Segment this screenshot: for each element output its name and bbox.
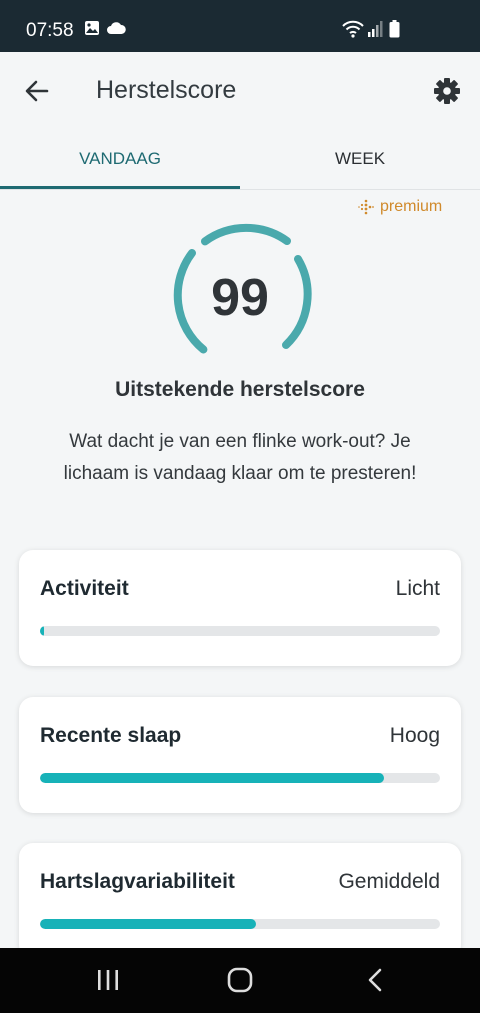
score-description: Wat dacht je van een flinke work-out? Je…	[63, 431, 417, 484]
status-bar: 07:58	[0, 0, 480, 52]
wifi-icon	[342, 20, 364, 38]
battery-icon	[389, 20, 400, 38]
back-icon[interactable]	[358, 964, 394, 996]
tab-week[interactable]: WEEK	[240, 128, 480, 190]
score-headline: Uitstekende herstelscore	[115, 378, 365, 401]
cloud-icon	[107, 22, 126, 34]
tab-indicator	[0, 186, 240, 189]
metric-card-activiteit[interactable]: Activiteit Licht	[19, 550, 461, 666]
score-value: 99	[211, 269, 269, 327]
tab-vandaag[interactable]: VANDAAG	[0, 128, 240, 190]
metric-label: Recente slaap	[40, 724, 182, 747]
app-bar: Herstelscore	[0, 52, 480, 128]
recents-icon[interactable]	[90, 964, 126, 996]
image-icon	[85, 21, 99, 35]
signal-icon	[368, 21, 383, 37]
metric-label: Hartslagvariabiliteit	[40, 870, 235, 893]
premium-label: premium	[380, 198, 443, 215]
metric-bar-fill	[40, 919, 256, 929]
fitbit-dots-icon	[358, 199, 374, 215]
metric-bar-fill	[40, 626, 44, 636]
status-time: 07:58	[26, 20, 74, 41]
metric-card-hartslagvariabiliteit[interactable]: Hartslagvariabiliteit Gemiddeld	[19, 843, 461, 959]
metric-label: Activiteit	[40, 577, 129, 600]
metric-card-recente-slaap[interactable]: Recente slaap Hoog	[19, 697, 461, 813]
system-nav-bar	[0, 948, 480, 1013]
metric-bar-track	[40, 773, 440, 783]
gear-icon[interactable]	[432, 76, 462, 106]
metric-value: Gemiddeld	[338, 870, 440, 893]
home-icon[interactable]	[222, 964, 258, 996]
tab-bar: VANDAAG WEEK	[0, 128, 480, 190]
page-title: Herstelscore	[96, 76, 237, 104]
metric-bar-track	[40, 919, 440, 929]
premium-badge: premium	[358, 198, 442, 216]
arrow-left-icon[interactable]	[22, 76, 52, 106]
metric-value: Licht	[395, 577, 440, 600]
metric-value: Hoog	[389, 724, 440, 747]
metric-bar-track	[40, 626, 440, 636]
metric-bar-fill	[40, 773, 384, 783]
